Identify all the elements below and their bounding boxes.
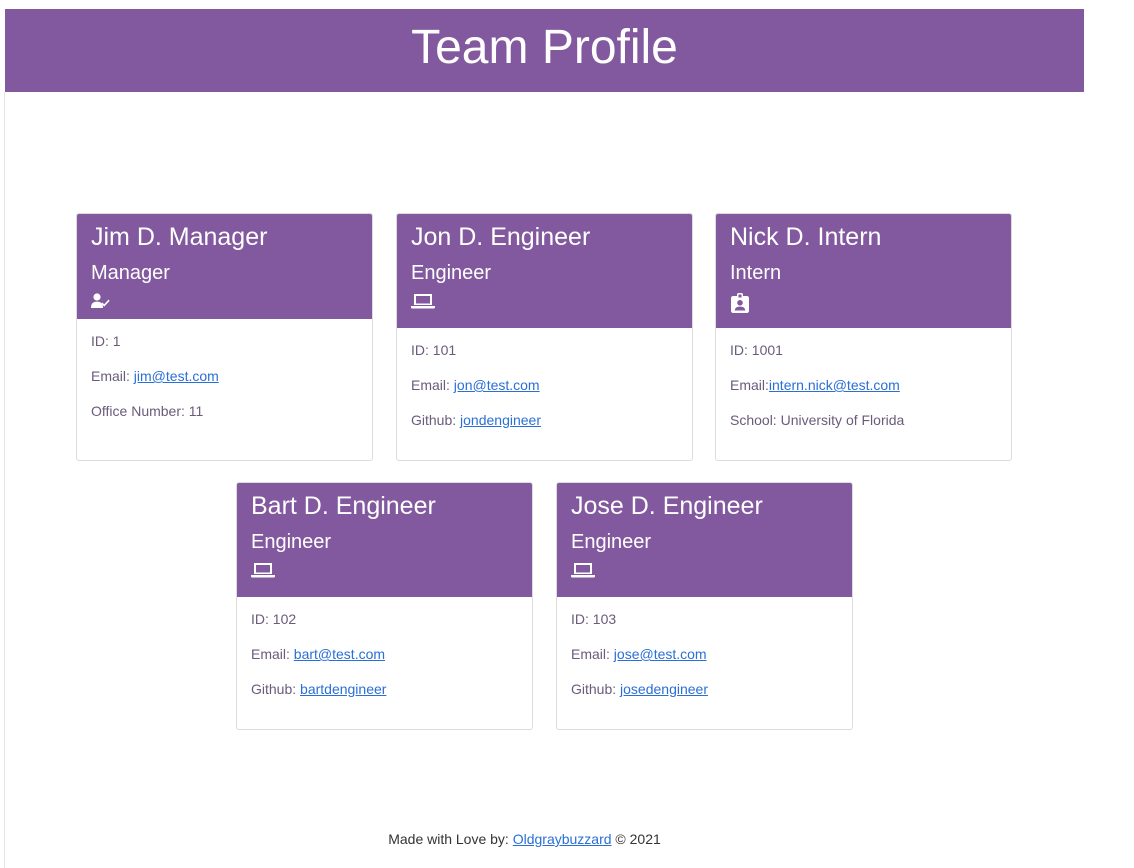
laptop-icon <box>251 562 518 584</box>
card-role: Manager <box>91 262 170 284</box>
email-link[interactable]: jose@test.com <box>614 646 707 662</box>
school-label: School: <box>730 412 781 428</box>
employee-card-engineer: Jose D. Engineer Engineer ID: 103 Email:… <box>556 482 853 730</box>
card-header: Bart D. Engineer Engineer <box>237 483 532 597</box>
card-body: ID: 1 Email: jim@test.com Office Number:… <box>77 319 372 438</box>
email-link[interactable]: bart@test.com <box>294 646 385 662</box>
card-email-row: Email:intern.nick@test.com <box>730 377 997 412</box>
card-name: Nick D. Intern <box>730 223 882 251</box>
card-email-row: Email: jim@test.com <box>91 368 358 403</box>
card-office-row: Office Number: 11 <box>91 403 358 438</box>
card-role: Engineer <box>411 262 492 284</box>
id-value: 1001 <box>751 342 783 358</box>
id-value: 101 <box>432 342 457 358</box>
id-label: ID: <box>571 611 593 627</box>
card-school-row: School: University of Florida <box>730 412 997 447</box>
card-role: Intern <box>730 262 782 284</box>
page-left-border <box>4 92 5 868</box>
card-id-row: ID: 1001 <box>730 342 997 377</box>
email-label: Email: <box>571 646 614 662</box>
id-badge-icon <box>730 293 997 315</box>
card-header: Jon D. Engineer Engineer <box>397 214 692 328</box>
github-link[interactable]: bartdengineer <box>300 681 386 697</box>
email-label: Email: <box>411 377 454 393</box>
card-name: Jose D. Engineer <box>571 492 763 520</box>
card-header: Nick D. Intern Intern <box>716 214 1011 328</box>
employee-card-engineer: Bart D. Engineer Engineer ID: 102 Email:… <box>236 482 533 730</box>
email-label: Email: <box>251 646 294 662</box>
card-id-row: ID: 103 <box>571 611 838 646</box>
card-github-row: Github: bartdengineer <box>251 681 518 716</box>
card-role: Engineer <box>251 531 332 553</box>
card-id-row: ID: 101 <box>411 342 678 377</box>
card-body: ID: 103 Email: jose@test.com Github: jos… <box>557 597 852 716</box>
id-label: ID: <box>91 333 113 349</box>
card-email-row: Email: bart@test.com <box>251 646 518 681</box>
card-name: Bart D. Engineer <box>251 492 436 520</box>
github-link[interactable]: jondengineer <box>460 412 541 428</box>
office-value: 11 <box>188 403 204 419</box>
email-link[interactable]: intern.nick@test.com <box>769 377 900 393</box>
id-value: 103 <box>592 611 617 627</box>
footer-prefix: Made with Love by: <box>388 831 513 847</box>
footer-suffix: © 2021 <box>611 831 661 847</box>
id-value: 1 <box>112 333 121 349</box>
card-header: Jose D. Engineer Engineer <box>557 483 852 597</box>
card-email-row: Email: jon@test.com <box>411 377 678 412</box>
email-label: Email: <box>91 368 134 384</box>
card-name: Jon D. Engineer <box>411 223 591 251</box>
footer-author-link[interactable]: Oldgraybuzzard <box>513 831 612 847</box>
school-value: University of Florida <box>780 412 905 428</box>
user-check-icon <box>91 293 358 315</box>
card-name: Jim D. Manager <box>91 223 268 251</box>
card-id-row: ID: 102 <box>251 611 518 646</box>
github-label: Github: <box>411 412 461 428</box>
id-label: ID: <box>411 342 433 358</box>
email-link[interactable]: jon@test.com <box>454 377 540 393</box>
card-id-row: ID: 1 <box>91 333 358 368</box>
card-body: ID: 102 Email: bart@test.com Github: bar… <box>237 597 532 716</box>
card-email-row: Email: jose@test.com <box>571 646 838 681</box>
github-label: Github: <box>251 681 301 697</box>
email-label: Email: <box>730 377 769 393</box>
card-body: ID: 101 Email: jon@test.com Github: jond… <box>397 328 692 447</box>
id-value: 102 <box>272 611 297 627</box>
github-link[interactable]: josedengineer <box>620 681 708 697</box>
page-title: Team Profile <box>411 21 678 74</box>
employee-card-manager: Jim D. Manager Manager ID: 1 Email: jim@… <box>76 213 373 461</box>
card-role: Engineer <box>571 531 652 553</box>
office-label: Office Number: <box>91 403 189 419</box>
card-body: ID: 1001 Email:intern.nick@test.com Scho… <box>716 328 1011 447</box>
card-github-row: Github: josedengineer <box>571 681 838 716</box>
laptop-icon <box>571 562 838 584</box>
github-label: Github: <box>571 681 621 697</box>
id-label: ID: <box>251 611 273 627</box>
email-link[interactable]: jim@test.com <box>134 368 219 384</box>
employee-card-intern: Nick D. Intern Intern ID: 1001 Email:int… <box>715 213 1012 461</box>
employee-card-engineer: Jon D. Engineer Engineer ID: 101 Email: … <box>396 213 693 461</box>
id-label: ID: <box>730 342 752 358</box>
card-github-row: Github: jondengineer <box>411 412 678 447</box>
page-footer: Made with Love by: Oldgraybuzzard © 2021 <box>0 831 1049 847</box>
laptop-icon <box>411 293 678 315</box>
card-header: Jim D. Manager Manager <box>77 214 372 319</box>
page-header: Team Profile <box>5 9 1084 92</box>
